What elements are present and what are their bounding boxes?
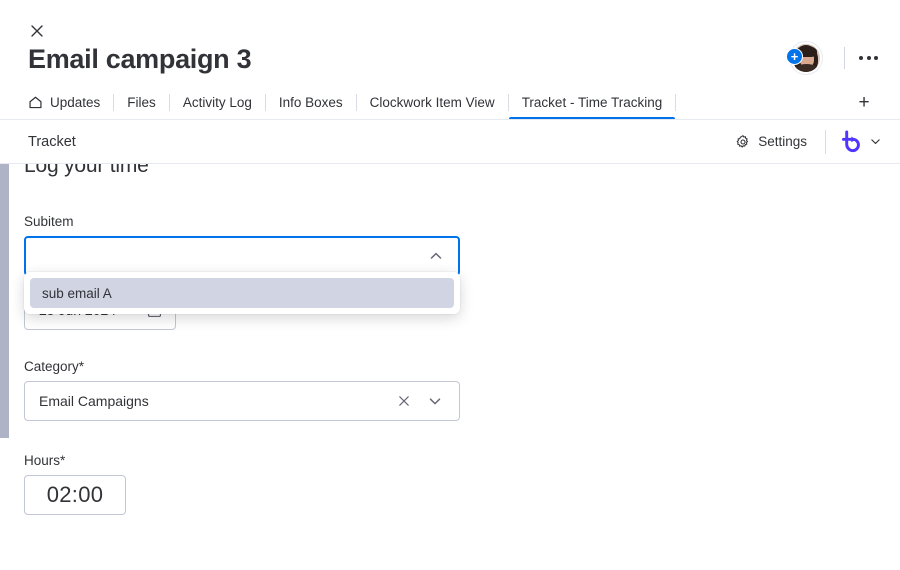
add-tab-button[interactable]: +: [852, 91, 876, 115]
tab-label: Files: [127, 95, 156, 110]
tab-label: Clockwork Item View: [369, 95, 495, 110]
tab-files[interactable]: Files: [114, 86, 169, 119]
category-label: Category*: [24, 359, 85, 374]
log-time-form-content: Log your time Subitem 25 Jun 2024: [0, 164, 900, 515]
header-divider: [844, 47, 845, 69]
hours-label: Hours*: [24, 453, 66, 468]
category-value: Email Campaigns: [39, 393, 149, 409]
subitem-dropdown-menu: sub email A: [24, 272, 460, 314]
tab-label: Info Boxes: [278, 95, 343, 110]
hours-field-group: Hours* 02:00: [24, 453, 900, 515]
category-field-group: Category* Email Campaigns: [24, 359, 900, 421]
tab-label: Updates: [50, 95, 101, 110]
add-person-button[interactable]: +: [786, 48, 803, 65]
category-icons: [397, 393, 447, 409]
hours-input[interactable]: 02:00: [24, 475, 126, 515]
tab-activity-log[interactable]: Activity Log: [170, 86, 265, 119]
avatar[interactable]: +: [786, 42, 822, 74]
subitem-select[interactable]: [24, 236, 460, 276]
chevron-down-icon[interactable]: [427, 393, 443, 409]
close-panel-button[interactable]: [26, 20, 48, 42]
clear-category-icon[interactable]: [397, 394, 411, 408]
subitem-label: Subitem: [24, 214, 74, 229]
gear-icon: [736, 134, 749, 148]
tracket-app-bar: Tracket Settings: [0, 120, 900, 164]
tab-label: Tracket - Time Tracking: [521, 95, 663, 110]
tracket-app-bar-actions: Settings: [729, 129, 882, 154]
tab-separator: [675, 94, 677, 111]
close-icon: [31, 25, 43, 37]
tab-list: Updates Files Activity Log Info Boxes Cl…: [0, 86, 677, 120]
app-bar-divider: [825, 129, 826, 154]
settings-label: Settings: [758, 134, 807, 149]
chevron-down-icon: [871, 139, 880, 145]
tracket-app-name: Tracket: [28, 133, 76, 150]
log-time-form: Log your time Subitem 25 Jun 2024: [0, 164, 900, 570]
settings-button[interactable]: Settings: [729, 130, 813, 154]
tab-clockwork-item-view[interactable]: Clockwork Item View: [357, 86, 508, 119]
tab-info-boxes[interactable]: Info Boxes: [266, 86, 356, 119]
subitem-option[interactable]: sub email A: [30, 278, 454, 308]
tracket-logo-icon: [842, 129, 860, 152]
form-heading: Log your time: [24, 164, 149, 177]
category-select[interactable]: Email Campaigns: [24, 381, 460, 421]
tab-updates[interactable]: Updates: [28, 86, 113, 119]
form-scrollbar-thumb[interactable]: [0, 164, 9, 438]
panel-header-actions: +: [786, 42, 882, 74]
chevron-up-icon[interactable]: [428, 248, 444, 264]
tracket-logo-button[interactable]: [838, 129, 882, 154]
tab-label: Activity Log: [182, 95, 252, 110]
more-options-button[interactable]: [855, 50, 882, 66]
page-title: Email campaign 3: [28, 44, 252, 74]
subitem-field-group: Subitem: [24, 214, 900, 276]
form-scrollbar[interactable]: [0, 164, 9, 570]
item-detail-panel: Email campaign 3 + Updates Files Activit…: [0, 0, 900, 570]
tab-tracket-time-tracking[interactable]: Tracket - Time Tracking: [508, 86, 676, 120]
tab-bar: Updates Files Activity Log Info Boxes Cl…: [0, 86, 900, 120]
home-icon: [29, 96, 42, 109]
more-options-icon: [859, 56, 863, 60]
